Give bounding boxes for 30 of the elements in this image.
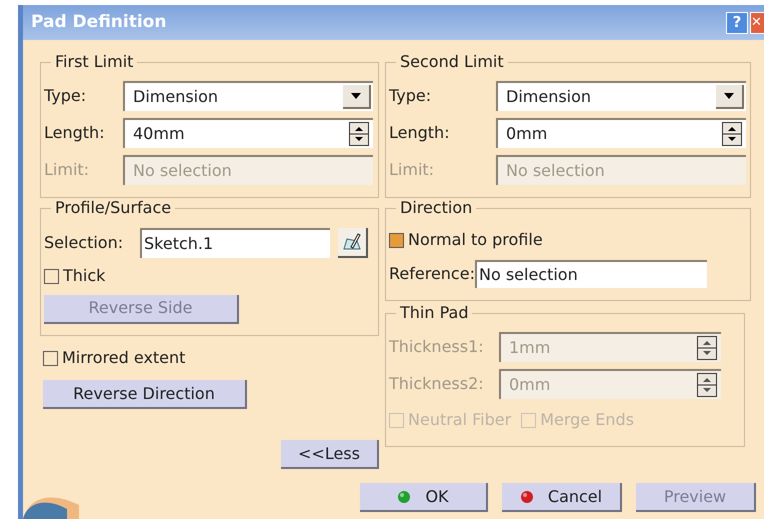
input-field[interactable]: Sketch.1 xyxy=(140,228,330,258)
reverse-direction-button[interactable]: Reverse Direction xyxy=(43,380,247,409)
field-label: Thickness1: xyxy=(389,336,485,358)
checkbox[interactable]: Thick xyxy=(44,264,106,288)
field-label: Reference: xyxy=(389,263,475,285)
spin-buttons-icon[interactable] xyxy=(349,122,369,146)
spin-field[interactable]: 40mm xyxy=(123,118,373,148)
spin-buttons-icon[interactable] xyxy=(722,122,742,146)
field-label: Length: xyxy=(44,122,106,144)
checkbox[interactable]: Mirrored extent xyxy=(43,346,186,370)
window-title: Pad Definition xyxy=(31,10,166,34)
dropdown[interactable]: Dimension xyxy=(123,80,373,110)
close-button[interactable]: ✕ xyxy=(750,12,764,34)
less-button[interactable]: <<Less xyxy=(281,440,379,469)
field-label: Type: xyxy=(389,84,432,106)
spin-field[interactable]: 0mm xyxy=(496,118,746,148)
ball-icon xyxy=(397,490,412,504)
dropdown[interactable]: Dimension xyxy=(496,80,746,110)
field-label: Thickness2: xyxy=(389,372,485,394)
field-label: Length: xyxy=(389,122,451,144)
cancel-button[interactable]: Cancel xyxy=(502,483,622,512)
ball-icon xyxy=(520,490,534,504)
ok-button[interactable]: OK xyxy=(360,483,488,512)
field-label: Limit: xyxy=(389,158,436,180)
field-label: Selection: xyxy=(44,232,124,254)
field-label: Type: xyxy=(44,84,88,106)
input-field[interactable]: No selection xyxy=(474,260,707,288)
field-label: Limit: xyxy=(44,158,90,180)
checkbox[interactable]: Normal to profile xyxy=(389,228,543,252)
sketch-pencil-icon[interactable] xyxy=(338,228,368,258)
